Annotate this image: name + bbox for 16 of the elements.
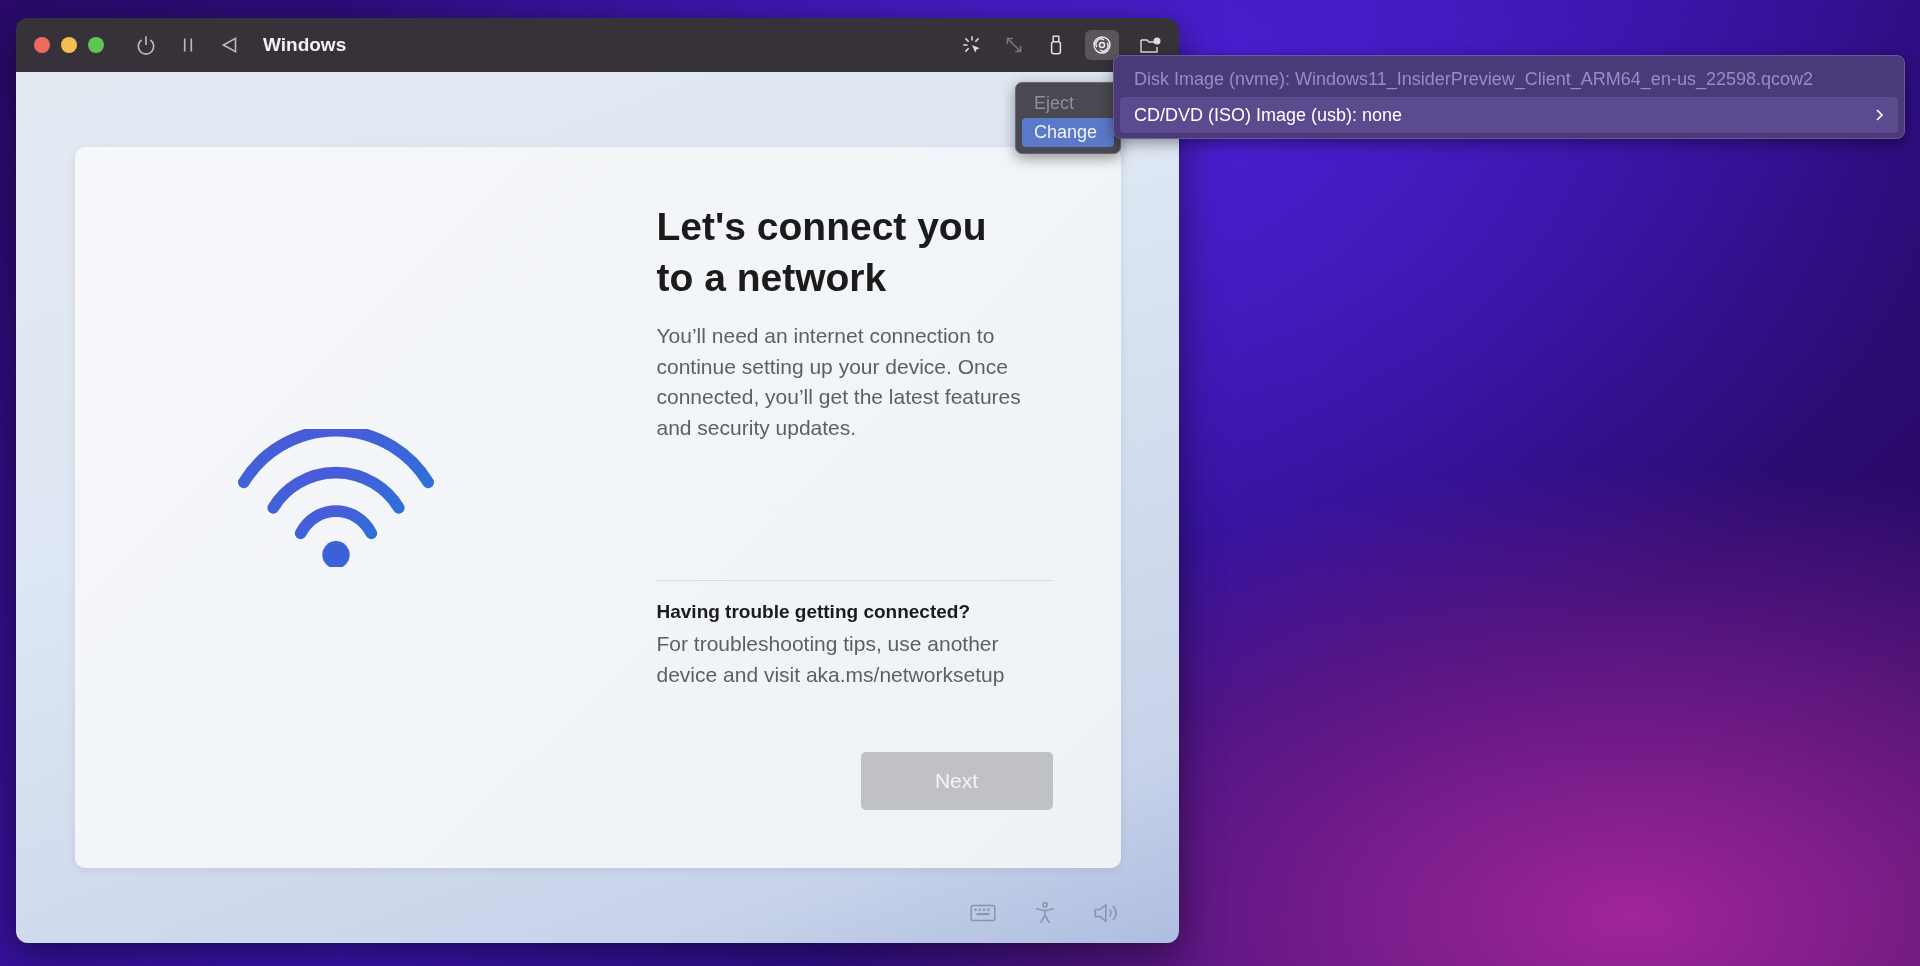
menu-item[interactable]: Change xyxy=(1022,118,1114,147)
window-title: Windows xyxy=(263,34,347,56)
trouble-text: For troubleshooting tips, use another device and visit aka.ms/networksetup xyxy=(656,631,1006,688)
menu-item[interactable]: CD/DVD (ISO) Image (usb): none xyxy=(1120,97,1898,133)
close-button[interactable] xyxy=(34,37,50,53)
disc-icon xyxy=(1092,35,1112,55)
menu-item-label: CD/DVD (ISO) Image (usb): none xyxy=(1134,104,1404,126)
disc-button[interactable] xyxy=(1085,30,1119,60)
minimize-button[interactable] xyxy=(61,37,77,53)
menu-item-label: Disk Image (nvme): Windows11_InsiderPreview_Client_ARM64_en-us_22598.qcow2 xyxy=(1134,68,1814,90)
trouble-heading: Having trouble getting connected? xyxy=(656,601,971,624)
power-icon[interactable] xyxy=(135,34,157,56)
description-text: You’ll need an internet connection to continue setting up your device. Once connected, you’ll get the latest features and security updates. xyxy=(656,323,1022,441)
zoom-button[interactable] xyxy=(88,37,104,53)
page-heading: Let's connect you to a network xyxy=(656,204,988,301)
wifi-icon xyxy=(237,428,434,567)
